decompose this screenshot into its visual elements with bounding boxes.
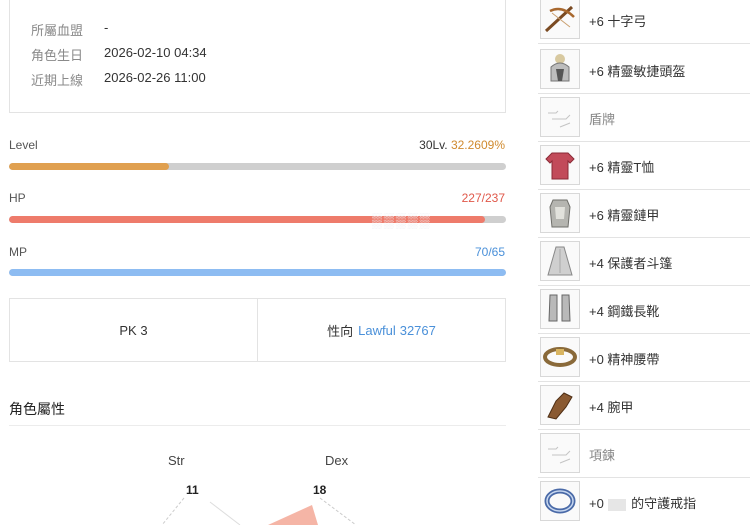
attr-value-dex: 18 bbox=[313, 483, 327, 497]
cloak-icon bbox=[540, 241, 580, 281]
belt-icon bbox=[540, 337, 580, 377]
empty-slot-icon bbox=[540, 97, 580, 137]
boots-icon bbox=[540, 289, 580, 329]
equipment-name: +6 精靈敏捷頭盔 bbox=[589, 64, 686, 79]
equipment-item[interactable]: +0 的守護戒指 bbox=[538, 478, 750, 525]
equipment-name: +4 腕甲 bbox=[589, 400, 634, 415]
helmet-icon bbox=[540, 49, 580, 89]
attr-value-str: 11 bbox=[186, 483, 199, 497]
equipment-name: +0 精神腰帶 bbox=[589, 352, 660, 367]
equipment-item[interactable]: +4 保護者斗篷 bbox=[538, 238, 750, 286]
radar-axis-dex bbox=[319, 497, 357, 525]
equipment-name: 項鍊 bbox=[589, 448, 616, 463]
equipment-name: +6 十字弓 bbox=[589, 14, 647, 29]
attr-label-str: Str bbox=[168, 453, 185, 468]
equipment-name: +6 精靈鏈甲 bbox=[589, 208, 660, 223]
equipment-name-suffix: 的守護戒指 bbox=[631, 496, 697, 511]
equipment-item[interactable]: 盾牌 bbox=[538, 94, 750, 142]
equipment-name: +4 鋼鐵長靴 bbox=[589, 304, 660, 319]
equipment-item[interactable]: +6 精靈鏈甲 bbox=[538, 190, 750, 238]
equipment-item[interactable]: +6 十字弓 bbox=[538, 0, 750, 44]
ring-icon bbox=[540, 481, 580, 521]
chainmail-icon bbox=[540, 193, 580, 233]
radar-axis-str bbox=[161, 497, 185, 525]
attributes-radar-chart bbox=[161, 497, 357, 525]
attr-label-dex: Dex bbox=[325, 453, 349, 468]
equipment-item[interactable]: +6 精靈敏捷頭盔 bbox=[538, 46, 750, 94]
equipment-item[interactable]: +0 精神腰帶 bbox=[538, 334, 750, 382]
tshirt-icon bbox=[540, 145, 580, 185]
equipment-name: +0 的守護戒指 bbox=[589, 493, 696, 512]
radar-fill-area bbox=[268, 505, 318, 525]
empty-slot-icon bbox=[540, 433, 580, 473]
equipment-item[interactable]: +6 精靈T恤 bbox=[538, 142, 750, 190]
gauntlet-icon bbox=[540, 385, 580, 425]
equipment-item[interactable]: +4 鋼鐵長靴 bbox=[538, 286, 750, 334]
crossbow-icon bbox=[540, 0, 580, 39]
equipment-name: 盾牌 bbox=[589, 112, 616, 127]
equipment-item[interactable]: 項鍊 bbox=[538, 430, 750, 478]
equipment-name: +6 精靈T恤 bbox=[589, 160, 655, 175]
equipment-name: +4 保護者斗篷 bbox=[589, 256, 673, 271]
redacted-block bbox=[608, 498, 627, 511]
equipment-name-prefix: +0 bbox=[589, 496, 604, 511]
equipment-item[interactable]: +4 腕甲 bbox=[538, 382, 750, 430]
radar-inner-line bbox=[209, 501, 241, 525]
